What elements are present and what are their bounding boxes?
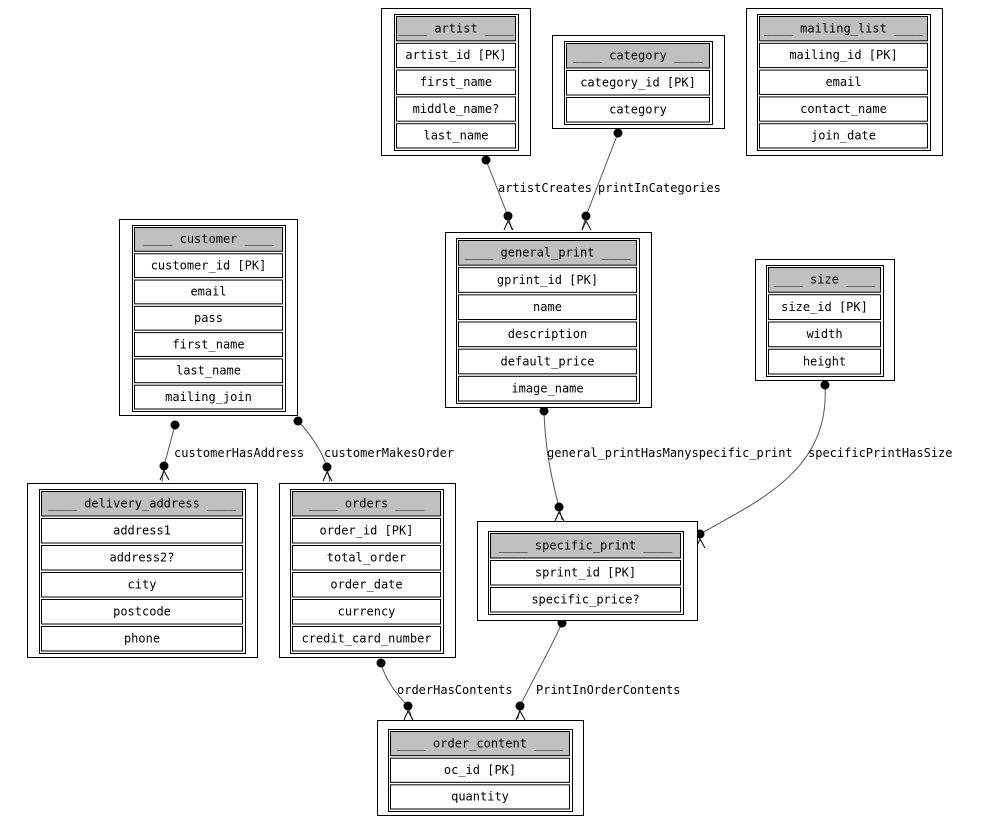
table-header: ____ specific_print ____ xyxy=(499,539,673,553)
table-artist[interactable]: ____ artist ____ artist_id [PK] first_name… xyxy=(381,8,531,156)
relationship-printInCategories: printInCategories xyxy=(581,128,721,231)
table-delivery_address[interactable]: ____ delivery_address ____ address1 addres… xyxy=(27,483,258,658)
table-field: oc_id [PK] xyxy=(444,763,516,777)
table-header: ____ delivery_address ____ xyxy=(48,497,237,511)
table-header: ____ size ____ xyxy=(774,273,876,287)
table-field: last_name xyxy=(176,364,241,378)
relationship-label: printInCategories xyxy=(598,181,721,195)
relationship-label: general_printHasManyspecific_print xyxy=(547,446,793,460)
relationship-label: customerMakesOrder xyxy=(324,446,454,460)
table-field: last_name xyxy=(423,129,488,143)
relationship-label: customerHasAddress xyxy=(174,446,304,460)
crows-foot-icon xyxy=(554,510,565,522)
table-field: first_name xyxy=(420,75,492,89)
many-end-dot-icon xyxy=(403,701,413,711)
table-specific_print[interactable]: ____ specific_print ____ sprint_id [PK] sp… xyxy=(477,521,698,621)
table-field: sprint_id [PK] xyxy=(535,566,636,580)
er-diagram: artistCreates printInCategories customerHa… xyxy=(0,0,994,823)
er-diagram-svg: artistCreates printInCategories customerHa… xyxy=(27,8,953,816)
table-field: customer_id [PK] xyxy=(151,258,267,272)
table-header: ____ orders ____ xyxy=(309,497,425,511)
relationship-customerMakesOrder: customerMakesOrder xyxy=(293,416,454,483)
table-mailing_list[interactable]: ____ mailing_list ____ mailing_id [PK] ema… xyxy=(746,8,943,156)
relationship-artistCreates: artistCreates xyxy=(481,155,592,231)
table-header: ____ category ____ xyxy=(573,49,704,63)
table-header: ____ artist ____ xyxy=(398,21,514,35)
table-field: mailing_join xyxy=(165,390,252,404)
many-end-dot-icon xyxy=(503,211,513,221)
many-end-dot-icon xyxy=(159,461,169,471)
table-field: description xyxy=(508,327,587,341)
table-field: quantity xyxy=(451,790,509,804)
table-field: pass xyxy=(194,311,223,325)
table-field: size_id [PK] xyxy=(781,300,868,314)
table-field: artist_id [PK] xyxy=(405,48,506,62)
many-end-dot-icon xyxy=(515,701,525,711)
table-field: name xyxy=(533,300,562,314)
table-general_print[interactable]: ____ general_print ____ gprint_id [PK] nam… xyxy=(445,232,652,408)
relationship-label: PrintInOrderContents xyxy=(536,683,681,697)
table-field: image_name xyxy=(511,381,583,395)
table-field: category_id [PK] xyxy=(580,76,696,90)
relationship-line xyxy=(517,622,563,720)
table-field: specific_price? xyxy=(531,593,639,607)
table-category[interactable]: ____ category ____ category_id [PK] catego… xyxy=(552,35,725,129)
relationship-customerHasAddress: customerHasAddress xyxy=(159,420,304,483)
table-field: order_id [PK] xyxy=(320,524,414,538)
one-end-dot-icon xyxy=(820,380,830,390)
one-end-dot-icon xyxy=(170,420,180,430)
table-field: width xyxy=(806,327,842,341)
one-end-dot-icon xyxy=(293,416,303,426)
table-field: gprint_id [PK] xyxy=(497,273,598,287)
table-field: first_name xyxy=(172,337,244,351)
table-header: ____ mailing_list ____ xyxy=(764,21,924,35)
relationship-label: orderHasContents xyxy=(397,683,513,697)
table-size[interactable]: ____ size ____ size_id [PK] width height xyxy=(755,259,895,381)
many-end-dot-icon xyxy=(554,502,564,512)
many-end-dot-icon xyxy=(322,462,332,472)
relationship-PrintInOrderContents: PrintInOrderContents xyxy=(515,618,681,721)
table-field: postcode xyxy=(113,605,171,619)
table-field: currency xyxy=(338,605,396,619)
many-end-dot-icon xyxy=(581,211,591,221)
table-field: total_order xyxy=(327,551,406,565)
table-customer[interactable]: ____ customer ____ customer_id [PK] email p… xyxy=(119,219,298,416)
table-field: city xyxy=(128,578,157,592)
table-field: contact_name xyxy=(800,102,887,116)
table-field: default_price xyxy=(501,354,595,368)
table-header: ____ order_content ____ xyxy=(397,736,564,750)
relationship-specificPrintHasSize: specificPrintHasSize xyxy=(685,380,953,549)
table-field: category xyxy=(609,103,667,117)
table-order_content[interactable]: ____ order_content ____ oc_id [PK] quantit… xyxy=(377,720,584,816)
one-end-dot-icon xyxy=(613,128,623,138)
table-field: mailing_id [PK] xyxy=(789,48,897,62)
table-field: credit_card_number xyxy=(301,632,431,646)
one-end-dot-icon xyxy=(376,658,386,668)
table-field: phone xyxy=(124,632,160,646)
relationship-label: artistCreates xyxy=(498,181,592,195)
table-field: height xyxy=(803,354,846,368)
table-field: join_date xyxy=(811,129,876,143)
table-field: email xyxy=(190,285,226,299)
table-orders[interactable]: ____ orders ____ order_id [PK] total_order… xyxy=(279,483,456,658)
table-field: order_date xyxy=(330,578,402,592)
one-end-dot-icon xyxy=(481,155,491,165)
table-field: middle_name? xyxy=(413,102,500,116)
relationship-label: specificPrintHasSize xyxy=(808,446,953,460)
table-header: ____ general_print ____ xyxy=(464,246,631,260)
relationship-general_printHasManyspecific_print: general_printHasManyspecific_print xyxy=(539,406,793,522)
table-header: ____ customer ____ xyxy=(143,232,274,246)
crows-foot-icon xyxy=(159,469,170,481)
table-field: email xyxy=(825,75,861,89)
relationship-line xyxy=(685,384,826,541)
crows-foot-icon xyxy=(515,709,526,721)
crows-foot-icon xyxy=(322,470,333,482)
relationship-orderHasContents: orderHasContents xyxy=(376,658,513,721)
table-field: address1 xyxy=(113,524,171,538)
table-field: address2? xyxy=(109,551,174,565)
